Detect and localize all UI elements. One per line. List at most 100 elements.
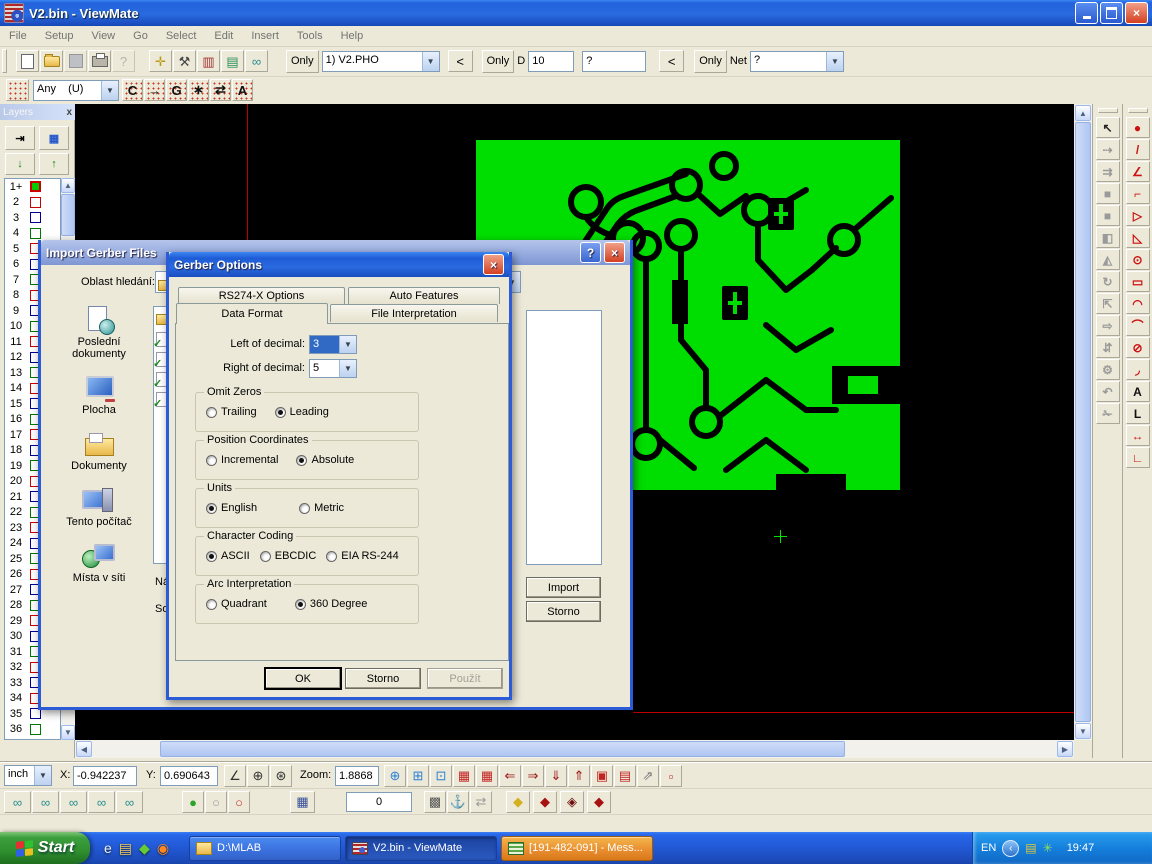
grid-dots-button[interactable]: ▦ [453, 765, 475, 787]
select-star-button[interactable]: ∗ [188, 79, 209, 101]
radio-icon[interactable] [296, 455, 307, 466]
radio-icon[interactable] [260, 551, 271, 562]
view-lines-glasses-button[interactable]: ∞ [32, 791, 59, 813]
place-desktop[interactable]: Plocha [51, 374, 147, 416]
swap-grid-button[interactable]: ▤ [614, 765, 636, 787]
layer-color-swatch[interactable] [30, 724, 41, 735]
settings-gear-tool[interactable]: ⚙ [1096, 359, 1120, 380]
radio-english[interactable]: English [206, 502, 257, 514]
menu-item[interactable]: Help [332, 28, 373, 44]
mirror-horizontal-tool[interactable]: ◧ [1096, 227, 1120, 248]
probe-lamp-button[interactable]: ○ [228, 791, 250, 813]
flash-mixed-button[interactable]: ◈ [560, 791, 584, 813]
drag-mode-button[interactable]: ⇄ [470, 791, 492, 813]
close-icon[interactable]: x [66, 107, 72, 118]
layer-row[interactable]: 36 [5, 722, 60, 738]
print-button[interactable] [88, 50, 111, 72]
file-preview-list[interactable] [526, 310, 602, 565]
select-goto-button[interactable]: → [144, 79, 165, 101]
aperture-type-combo[interactable]: Any (U)▼ [33, 80, 119, 101]
mirror-vertical-tool[interactable]: ◭ [1096, 249, 1120, 270]
zoom-in-button[interactable]: ⊕ [384, 765, 406, 787]
flash-solid-button[interactable]: ◆ [533, 791, 557, 813]
scale-tool[interactable]: ⇱ [1096, 293, 1120, 314]
insert-line-tool[interactable]: / [1126, 139, 1150, 160]
pan-right-button[interactable]: ⇒ [522, 765, 544, 787]
color-film-button[interactable]: ▤ [221, 50, 244, 72]
menu-item[interactable]: Setup [36, 28, 83, 44]
view-sketch-glasses-button[interactable]: ∞ [116, 791, 143, 813]
radio-incremental[interactable]: Incremental [206, 454, 278, 466]
zoom-redraw-button[interactable]: ⊡ [430, 765, 452, 787]
insert-arc-tool[interactable]: ◠ [1126, 293, 1150, 314]
copy-tool[interactable]: ⇉ [1096, 161, 1120, 182]
toolbar-grip[interactable] [2, 49, 7, 73]
insert-dimension-tool[interactable]: ↔ [1126, 425, 1150, 446]
select-aperture-button[interactable]: A [232, 79, 253, 101]
y-coordinate-field[interactable]: 0.690643 [160, 766, 218, 786]
chevron-down-icon[interactable]: ▼ [422, 52, 439, 71]
restore-button[interactable] [1100, 2, 1123, 24]
scroll-up-icon[interactable]: ▲ [61, 178, 75, 193]
x-coordinate-field[interactable]: -0.942237 [73, 766, 137, 786]
tray-icq-icon[interactable]: ✳ [1043, 842, 1053, 854]
chevron-down-icon[interactable]: ▼ [339, 336, 356, 353]
tools-button[interactable]: ⚒ [173, 50, 196, 72]
flash-dark-button[interactable]: ◆ [587, 791, 611, 813]
insert-curve-tool[interactable]: ◞ [1126, 359, 1150, 380]
firefox-quicklaunch-icon[interactable]: ◉ [157, 841, 169, 855]
chevron-down-icon[interactable]: ▼ [34, 766, 51, 785]
start-button[interactable]: Start [0, 832, 90, 864]
save-file-button[interactable] [64, 50, 87, 72]
view-dots-glasses-button[interactable]: ∞ [4, 791, 31, 813]
tray-message-icon[interactable]: ▤ [1025, 842, 1036, 854]
menu-item[interactable]: Edit [205, 28, 242, 44]
scroll-left-icon[interactable]: ◀ [76, 741, 92, 757]
menu-item[interactable]: Insert [242, 28, 288, 44]
stretch-button[interactable]: ⇗ [637, 765, 659, 787]
trace-cut-tool[interactable]: ✁ [1096, 403, 1120, 424]
menu-item[interactable]: Select [157, 28, 206, 44]
relative-origin-button[interactable]: ⊛ [270, 765, 292, 787]
net-combo[interactable]: ?▼ [750, 51, 844, 72]
view-film-glasses-button[interactable]: ∞ [60, 791, 87, 813]
scroll-right-icon[interactable]: ▶ [1057, 741, 1073, 757]
scrollbar-thumb[interactable] [61, 194, 75, 236]
insert-arrow-tool[interactable]: ▷ [1126, 205, 1150, 226]
layer-down-button[interactable]: ↓ [5, 153, 35, 175]
radio-absolute[interactable]: Absolute [296, 454, 354, 466]
close-button[interactable]: × [1125, 2, 1148, 24]
layer-color-swatch[interactable] [30, 181, 41, 192]
tab-auto-features[interactable]: Auto Features [348, 287, 500, 304]
zoom-window-button[interactable]: ⊞ [407, 765, 429, 787]
origin-crosshair-button[interactable]: ⊕ [247, 765, 269, 787]
insert-circle-tool[interactable]: ⊙ [1126, 249, 1150, 270]
grid-lines-button[interactable]: ▦ [476, 765, 498, 787]
app-quicklaunch-icon[interactable]: ◆ [139, 841, 150, 855]
open-file-button[interactable] [40, 50, 63, 72]
radio-icon[interactable] [206, 503, 217, 514]
previous-net-button[interactable]: < [659, 50, 684, 72]
highlight-point-button[interactable]: ✛ [149, 50, 172, 72]
layers-panel-titlebar[interactable]: Layers x [0, 104, 75, 120]
layer-color-swatch[interactable] [30, 212, 41, 223]
select-component-button[interactable]: C [122, 79, 143, 101]
pan-up-button[interactable]: ⇑ [568, 765, 590, 787]
step-grid-button[interactable]: ▣ [591, 765, 613, 787]
radio-leading[interactable]: Leading [275, 406, 329, 418]
insert-arc-3pt-tool[interactable]: ⌒ [1126, 315, 1150, 336]
menu-item[interactable]: View [82, 28, 124, 44]
task-mlab-folder[interactable]: D:\MLAB [189, 836, 341, 861]
preview-glasses-button[interactable]: ∞ [245, 50, 268, 72]
radio-trailing[interactable]: Trailing [206, 406, 257, 418]
scrollbar-thumb[interactable] [160, 741, 845, 757]
vertical-scrollbar[interactable]: ▲ ▼ [1074, 104, 1092, 740]
grid-step-field[interactable]: 0 [346, 792, 412, 812]
zoom-value-field[interactable]: 1.8868 [335, 766, 379, 786]
scroll-up-icon[interactable]: ▲ [1075, 105, 1091, 121]
menu-item[interactable]: File [0, 28, 36, 44]
radio-icon[interactable] [206, 455, 217, 466]
dialog-titlebar[interactable]: Gerber Options × [169, 252, 509, 277]
radio-icon[interactable] [206, 407, 217, 418]
insert-route-tool[interactable]: ∟ [1126, 447, 1150, 468]
